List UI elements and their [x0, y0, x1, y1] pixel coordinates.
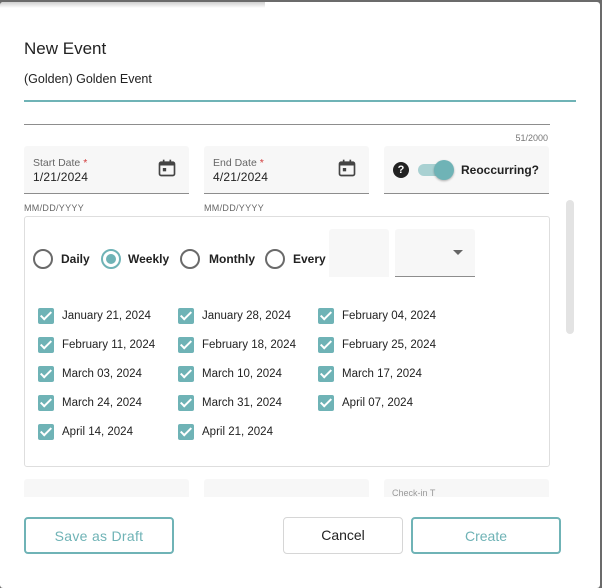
create-button[interactable]: Create: [411, 517, 561, 554]
checkbox-checked-icon[interactable]: [318, 395, 334, 411]
occurrence-checkbox[interactable]: April 14, 2024: [38, 424, 178, 442]
radio-daily-circle[interactable]: [33, 249, 53, 269]
event-name-value: (Golden) Golden Event: [24, 72, 152, 86]
description-input[interactable]: [24, 102, 550, 125]
start-date-hint: MM/DD/YYYY: [24, 203, 85, 213]
reoccurring-label: Reoccurring?: [461, 163, 540, 177]
checkbox-checked-icon[interactable]: [38, 366, 54, 382]
radio-every-label: Every: [293, 252, 326, 266]
radio-every-circle[interactable]: [265, 249, 285, 269]
hidden-field-1[interactable]: [24, 479, 189, 497]
checkbox-checked-icon[interactable]: [318, 366, 334, 382]
occurrence-checkbox[interactable]: March 31, 2024: [178, 395, 318, 413]
calendar-icon[interactable]: [157, 158, 177, 178]
end-date-hint: MM/DD/YYYY: [204, 203, 265, 213]
checkbox-checked-icon[interactable]: [178, 424, 194, 440]
event-name-input[interactable]: (Golden) Golden Event: [24, 70, 576, 102]
end-date-label: End Date *: [213, 157, 264, 169]
checkbox-checked-icon[interactable]: [178, 395, 194, 411]
top-shadow: [0, 2, 265, 8]
reoccurring-toggle-thumb[interactable]: [434, 160, 454, 180]
dialog-title: New Event: [24, 39, 107, 58]
occurrence-checkbox[interactable]: March 03, 2024: [38, 366, 178, 384]
occurrence-checkbox[interactable]: February 25, 2024: [318, 337, 458, 355]
occurrence-checkbox[interactable]: April 21, 2024: [178, 424, 318, 442]
scrollbar[interactable]: [566, 200, 574, 334]
recurrence-panel: Daily Weekly Monthly Every January 21, 2…: [24, 216, 550, 467]
occurrence-checkbox[interactable]: January 28, 2024: [178, 308, 318, 326]
radio-weekly-label: Weekly: [128, 252, 170, 266]
checkbox-checked-icon[interactable]: [178, 337, 194, 353]
checkbox-checked-icon[interactable]: [318, 308, 334, 324]
description-counter: 51/2000: [515, 133, 548, 143]
radio-monthly-circle[interactable]: [180, 249, 200, 269]
start-date-field[interactable]: Start Date * 1/21/2024: [24, 146, 189, 194]
reoccurring-field: ? Reoccurring?: [384, 146, 549, 194]
occurrence-checkbox[interactable]: January 21, 2024: [38, 308, 178, 326]
checkbox-checked-icon[interactable]: [38, 308, 54, 324]
occurrence-checkbox[interactable]: April 07, 2024: [318, 395, 458, 413]
occurrence-checkbox[interactable]: March 10, 2024: [178, 366, 318, 384]
new-event-dialog: New Event (Golden) Golden Event 51/2000 …: [0, 2, 600, 588]
occurrence-checkbox[interactable]: February 04, 2024: [318, 308, 458, 326]
end-date-field[interactable]: End Date * 4/21/2024: [204, 146, 369, 194]
occurrence-checkbox[interactable]: March 24, 2024: [38, 395, 178, 413]
calendar-icon[interactable]: [337, 158, 357, 178]
radio-monthly-label: Monthly: [209, 252, 255, 266]
radio-daily-label: Daily: [61, 252, 90, 266]
end-date-value: 4/21/2024: [213, 170, 269, 184]
checkbox-checked-icon[interactable]: [318, 337, 334, 353]
every-unit-select[interactable]: [395, 229, 475, 277]
checkbox-checked-icon[interactable]: [178, 366, 194, 382]
checkbox-checked-icon[interactable]: [38, 395, 54, 411]
checkbox-checked-icon[interactable]: [38, 424, 54, 440]
checkbox-checked-icon[interactable]: [38, 337, 54, 353]
dropdown-arrow-icon: [453, 250, 463, 255]
checkbox-checked-icon[interactable]: [178, 308, 194, 324]
check-in-label: Check-in T: [392, 488, 436, 498]
save-draft-button[interactable]: Save as Draft: [24, 517, 174, 554]
start-date-value: 1/21/2024: [33, 170, 89, 184]
every-count-input[interactable]: [329, 229, 389, 277]
occurrence-checkbox[interactable]: February 11, 2024: [38, 337, 178, 355]
occurrence-checkbox[interactable]: February 18, 2024: [178, 337, 318, 355]
cancel-button[interactable]: Cancel: [283, 517, 403, 554]
hidden-field-2[interactable]: [204, 479, 369, 497]
start-date-label: Start Date *: [33, 157, 88, 169]
radio-weekly-circle[interactable]: [101, 249, 121, 269]
occurrence-checkbox[interactable]: March 17, 2024: [318, 366, 458, 384]
help-icon[interactable]: ?: [393, 162, 409, 178]
